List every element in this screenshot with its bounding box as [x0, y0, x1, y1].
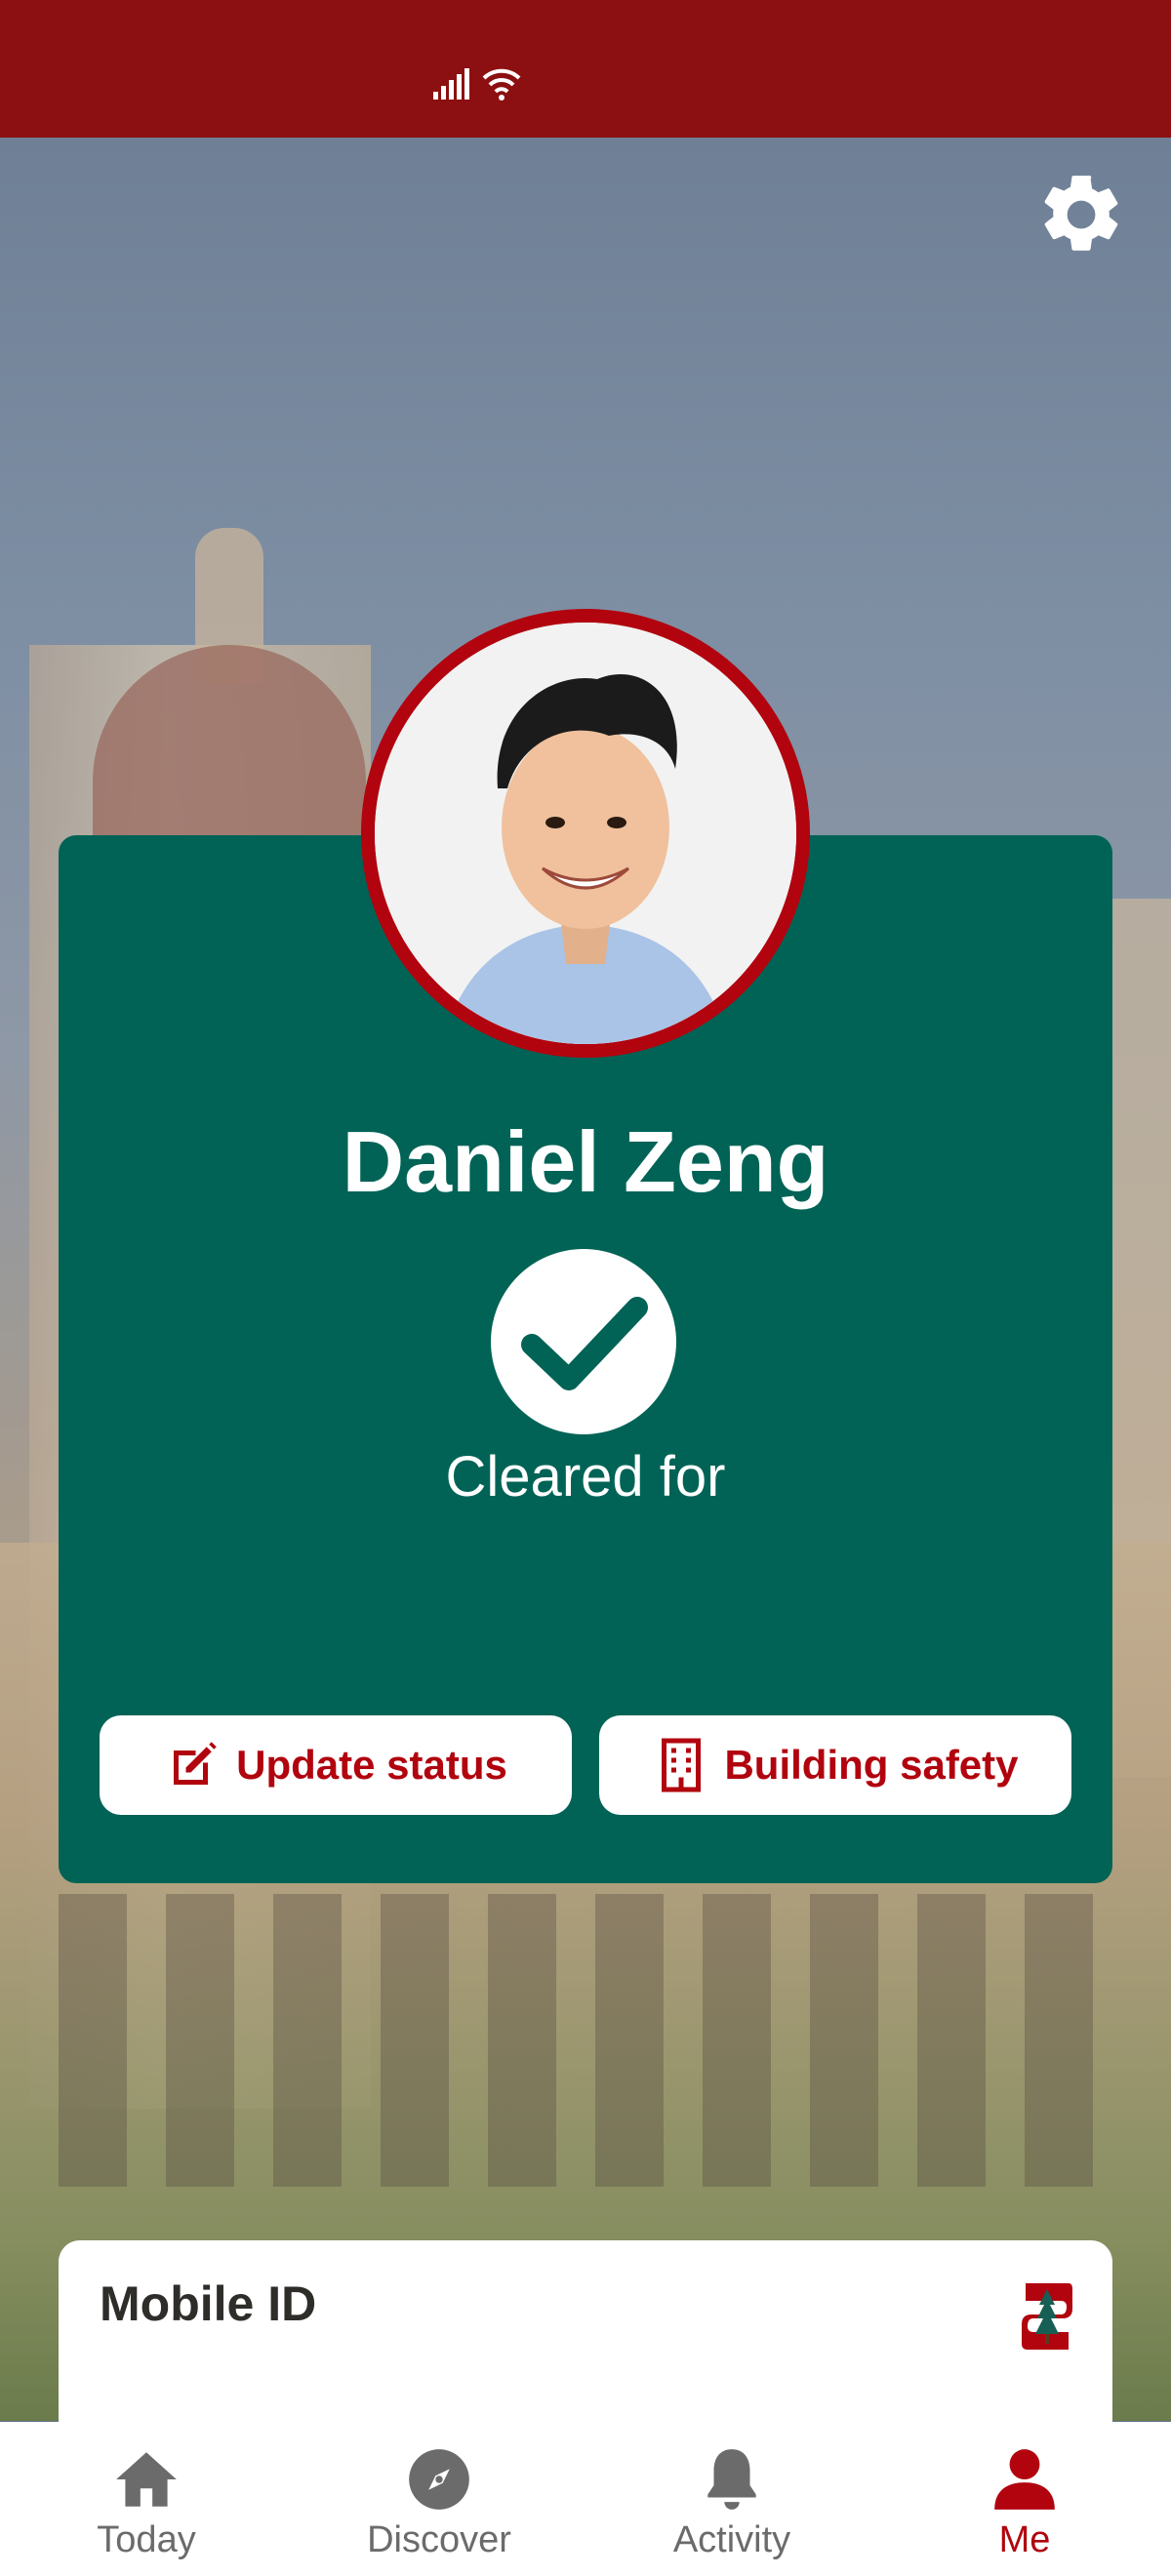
nav-label-me: Me — [998, 2519, 1051, 2560]
update-status-label: Update status — [236, 1742, 507, 1788]
status-bar — [0, 0, 1171, 138]
bell-icon — [707, 2449, 756, 2510]
bg-arches — [59, 1894, 1132, 2187]
cleared-check-icon — [491, 1249, 676, 1434]
wifi-icon — [482, 68, 521, 101]
nav-label-activity: Activity — [672, 2519, 791, 2560]
edit-icon — [174, 1742, 217, 1785]
gear-icon — [1044, 175, 1118, 251]
clearance-status: Cleared for — [445, 1445, 726, 1509]
signal-icon — [433, 68, 469, 100]
building-safety-button[interactable]: Building safety — [599, 1715, 1071, 1815]
building-safety-label: Building safety — [724, 1742, 1019, 1788]
bottom-navigation: Today Discover Activity Me — [0, 2422, 1171, 2576]
avatar — [361, 609, 810, 1058]
nav-label-discover: Discover — [367, 2519, 511, 2560]
mobile-id-label: Mobile ID — [100, 2276, 317, 2331]
settings-button[interactable] — [1034, 168, 1128, 262]
nav-label-today: Today — [97, 2519, 196, 2560]
profile-name: Daniel Zeng — [342, 1113, 829, 1210]
status-icons — [431, 66, 523, 101]
person-icon — [994, 2449, 1055, 2510]
checkmark-icon — [521, 1297, 648, 1390]
nav-item-me[interactable]: Me — [878, 2422, 1171, 2576]
stanford-logo-icon — [1022, 2283, 1072, 2350]
home-icon — [116, 2452, 177, 2507]
update-status-button[interactable]: Update status — [100, 1715, 572, 1815]
mobile-id-card[interactable]: Mobile ID — [59, 2240, 1112, 2435]
nav-item-activity[interactable]: Activity — [586, 2422, 878, 2576]
nav-item-today[interactable]: Today — [0, 2422, 293, 2576]
profile-photo — [375, 623, 796, 1044]
building-icon — [662, 1738, 702, 1792]
nav-item-discover[interactable]: Discover — [293, 2422, 586, 2576]
compass-icon — [409, 2449, 469, 2510]
